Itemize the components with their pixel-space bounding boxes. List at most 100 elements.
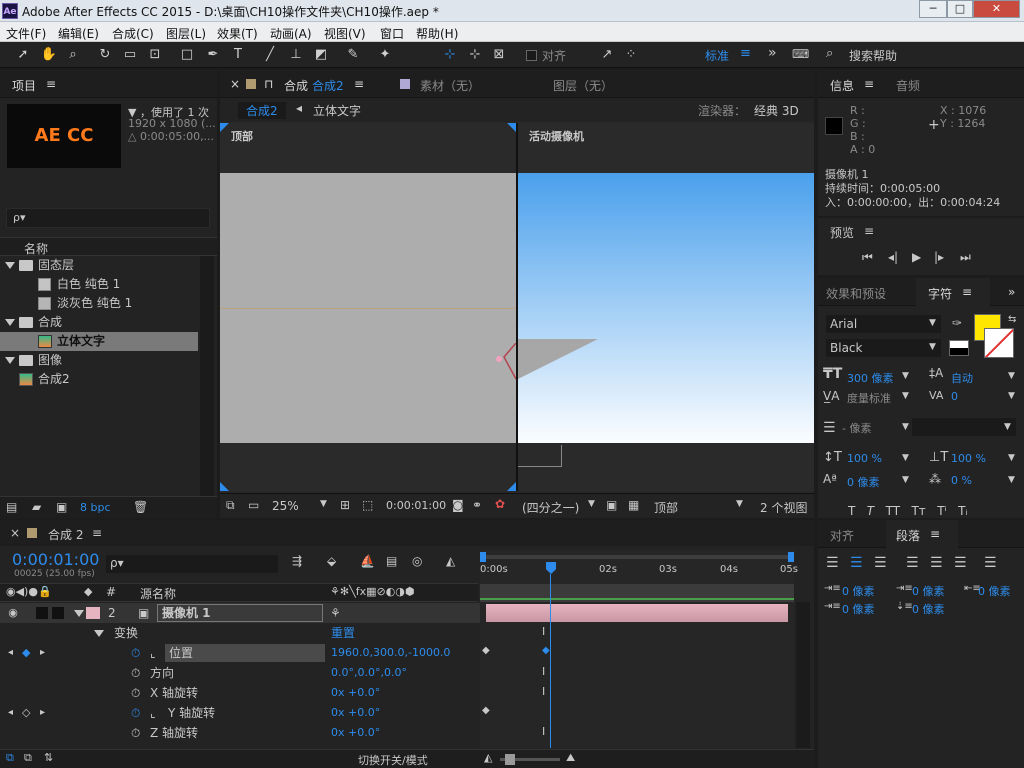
graph-editor-icon[interactable]: ◭	[446, 554, 455, 568]
bit-depth-button[interactable]: 8 bpc	[80, 501, 111, 514]
tab-effects-presets[interactable]: 效果和预设	[826, 285, 886, 302]
frame-blending-icon[interactable]: ▤	[386, 554, 397, 568]
work-area-end-handle[interactable]	[788, 552, 794, 562]
lock-switch[interactable]	[52, 607, 64, 619]
zoom-dropdown-icon[interactable]: ▼	[320, 499, 327, 509]
property-row-z-rotation[interactable]: ⏱ Z 轴旋转 0x +0.0°	[0, 723, 480, 743]
font-size-dropdown-icon[interactable]: ▼	[902, 371, 909, 381]
menu-window[interactable]: 窗口	[380, 25, 404, 42]
property-row-y-rotation[interactable]: ◂ ◇ ▸ ⏱ ⌞ Y 轴旋转 0x +0.0°	[0, 703, 480, 723]
tab-paragraph[interactable]: 段落	[896, 527, 920, 544]
next-keyframe-icon[interactable]: ▸	[40, 703, 45, 723]
zoom-in-icon[interactable]: ⛰	[566, 751, 575, 765]
playhead-line[interactable]	[550, 574, 551, 748]
tab-menu-icon[interactable]: ≡	[92, 526, 102, 540]
stroke-width-dropdown-icon[interactable]: ▼	[902, 422, 909, 432]
keyframe-icon[interactable]: ◆	[482, 645, 490, 656]
label-column-icon[interactable]: ◆	[84, 585, 92, 598]
menu-view[interactable]: 视图(V)	[324, 25, 366, 42]
clone-stamp-tool-icon[interactable]: ⊥	[287, 46, 305, 64]
active-camera-view[interactable]: 活动摄像机	[518, 123, 814, 491]
reset-transform-link[interactable]: 重置	[331, 623, 355, 643]
property-row-position[interactable]: ◂ ◆ ▸ ⏱ ⌞ 位置 1960.0,300.0,-1000.0	[0, 643, 480, 663]
style-dropdown-icon[interactable]: ▼	[929, 342, 936, 352]
tab-timeline-comp[interactable]: 合成 2	[48, 526, 83, 543]
hscale-dropdown-icon[interactable]: ▼	[1008, 453, 1015, 463]
stroke-width-value[interactable]: - 像素	[842, 420, 871, 436]
graph-icon[interactable]: ⌞	[150, 643, 156, 663]
indent-right-value[interactable]: 0 像素	[978, 583, 1011, 599]
new-composition-icon[interactable]: ▣	[56, 500, 67, 514]
rectangle-tool-icon[interactable]: □	[178, 46, 196, 64]
region-of-interest-icon[interactable]: ⊞	[340, 498, 350, 512]
project-scrollbar[interactable]	[200, 256, 214, 496]
3d-view-dropdown-icon[interactable]: ▼	[736, 499, 743, 509]
font-dropdown-icon[interactable]: ▼	[929, 318, 936, 328]
vertical-scale-value[interactable]: 100 %	[847, 452, 882, 465]
close-button[interactable]: ✕	[973, 0, 1020, 18]
panel-menu-icon[interactable]: ≡	[864, 224, 874, 238]
font-size-value[interactable]: 300 像素	[847, 370, 894, 386]
comp-mini-flowchart-icon[interactable]: ⇶	[292, 554, 302, 568]
resolution-select[interactable]: (四分之一)	[522, 499, 579, 516]
baseline-shift-value[interactable]: 0 像素	[847, 474, 880, 490]
expand-arrow-icon[interactable]	[74, 610, 84, 617]
font-family-select[interactable]: Arial	[826, 315, 941, 333]
list-item[interactable]: 合成2	[0, 370, 200, 389]
previous-frame-icon[interactable]: ◂|	[888, 250, 898, 264]
menu-file[interactable]: 文件(F)	[6, 25, 46, 42]
panel-menu-icon[interactable]: ≡	[930, 527, 940, 541]
panel-menu-icon[interactable]: ≡	[864, 77, 874, 91]
next-keyframe-icon[interactable]: ▸	[40, 643, 45, 663]
next-frame-icon[interactable]: |▸	[934, 250, 944, 264]
draft-3d-icon[interactable]: ⬙	[327, 554, 336, 568]
eyedropper-icon[interactable]: ✑	[952, 316, 962, 330]
prev-keyframe-icon[interactable]: ◂	[8, 703, 13, 723]
tab-layer[interactable]: 图层（无）	[553, 77, 613, 94]
tab-align[interactable]: 对齐	[830, 527, 854, 544]
tab-composition-name[interactable]: 合成2	[312, 77, 344, 94]
layer-switches-toggle-icon[interactable]: ⧉	[6, 751, 14, 765]
list-item[interactable]: 淡灰色 纯色 1	[0, 294, 200, 313]
renderer-value[interactable]: 经典 3D	[754, 102, 799, 119]
property-row-x-rotation[interactable]: ⏱ X 轴旋转 0x +0.0°	[0, 683, 480, 703]
breadcrumb-3d-text[interactable]: 立体文字	[313, 102, 361, 119]
timeline-graph-area[interactable]: 0:00s 02s 03s 04s 05s ◆ ◆ ◆ I I I I	[480, 550, 798, 748]
property-row-orientation[interactable]: ⏱ 方向 0.0°,0.0°,0.0°	[0, 663, 480, 683]
lock-icon[interactable]: ⊓	[264, 77, 273, 91]
workspace-label[interactable]: 标准	[705, 47, 729, 64]
justify-center-icon[interactable]: ☰	[930, 555, 943, 571]
align-center-icon[interactable]: ☰	[850, 555, 863, 571]
zoom-out-icon[interactable]: ◭	[484, 751, 492, 764]
keyframe-icon[interactable]: ◆	[482, 705, 490, 716]
keyboard-icon[interactable]: ⌨	[792, 47, 809, 61]
horizontal-scale-value[interactable]: 100 %	[951, 452, 986, 465]
expand-icon[interactable]: »	[1008, 285, 1015, 299]
zoom-slider-handle[interactable]	[505, 754, 515, 765]
in-out-toggle-icon[interactable]: ⇅	[44, 751, 53, 764]
tab-project[interactable]: 项目	[12, 77, 36, 94]
layer-name[interactable]: 摄像机 1	[157, 604, 323, 622]
project-search-input[interactable]: ρ▾	[6, 208, 210, 228]
camera-tool-icon[interactable]: ▭	[121, 46, 139, 64]
snap-checkbox[interactable]	[526, 50, 537, 61]
maximize-button[interactable]: □	[947, 0, 973, 18]
timeline-scrollbar[interactable]	[796, 602, 810, 748]
panel-menu-icon[interactable]: ≡	[46, 77, 56, 91]
property-value[interactable]: 0x +0.0°	[331, 683, 380, 703]
layer-row-camera[interactable]: ◉ 2 ▣ 摄像机 1 ⚘	[0, 603, 480, 623]
stroke-type-select[interactable]	[912, 418, 1016, 436]
snap-edge-icon[interactable]: ↗	[598, 46, 616, 64]
monitor-icon[interactable]: ▭	[248, 498, 259, 512]
keyframe-icon[interactable]: ◆	[542, 645, 550, 656]
property-value[interactable]: 0x +0.0°	[331, 703, 380, 723]
roto-brush-tool-icon[interactable]: ✎	[344, 46, 362, 64]
local-axis-icon[interactable]: ⊹	[441, 46, 459, 64]
justify-right-icon[interactable]: ☰	[954, 555, 967, 571]
shy-layers-icon[interactable]: ⛵	[360, 554, 375, 568]
kerning-value[interactable]: 度量标准	[847, 390, 891, 406]
snap-grid-icon[interactable]: ⁘	[622, 46, 640, 64]
align-right-icon[interactable]: ☰	[874, 555, 887, 571]
breadcrumb-comp2[interactable]: 合成2	[238, 102, 286, 119]
indent-first-value[interactable]: 0 像素	[912, 583, 945, 599]
